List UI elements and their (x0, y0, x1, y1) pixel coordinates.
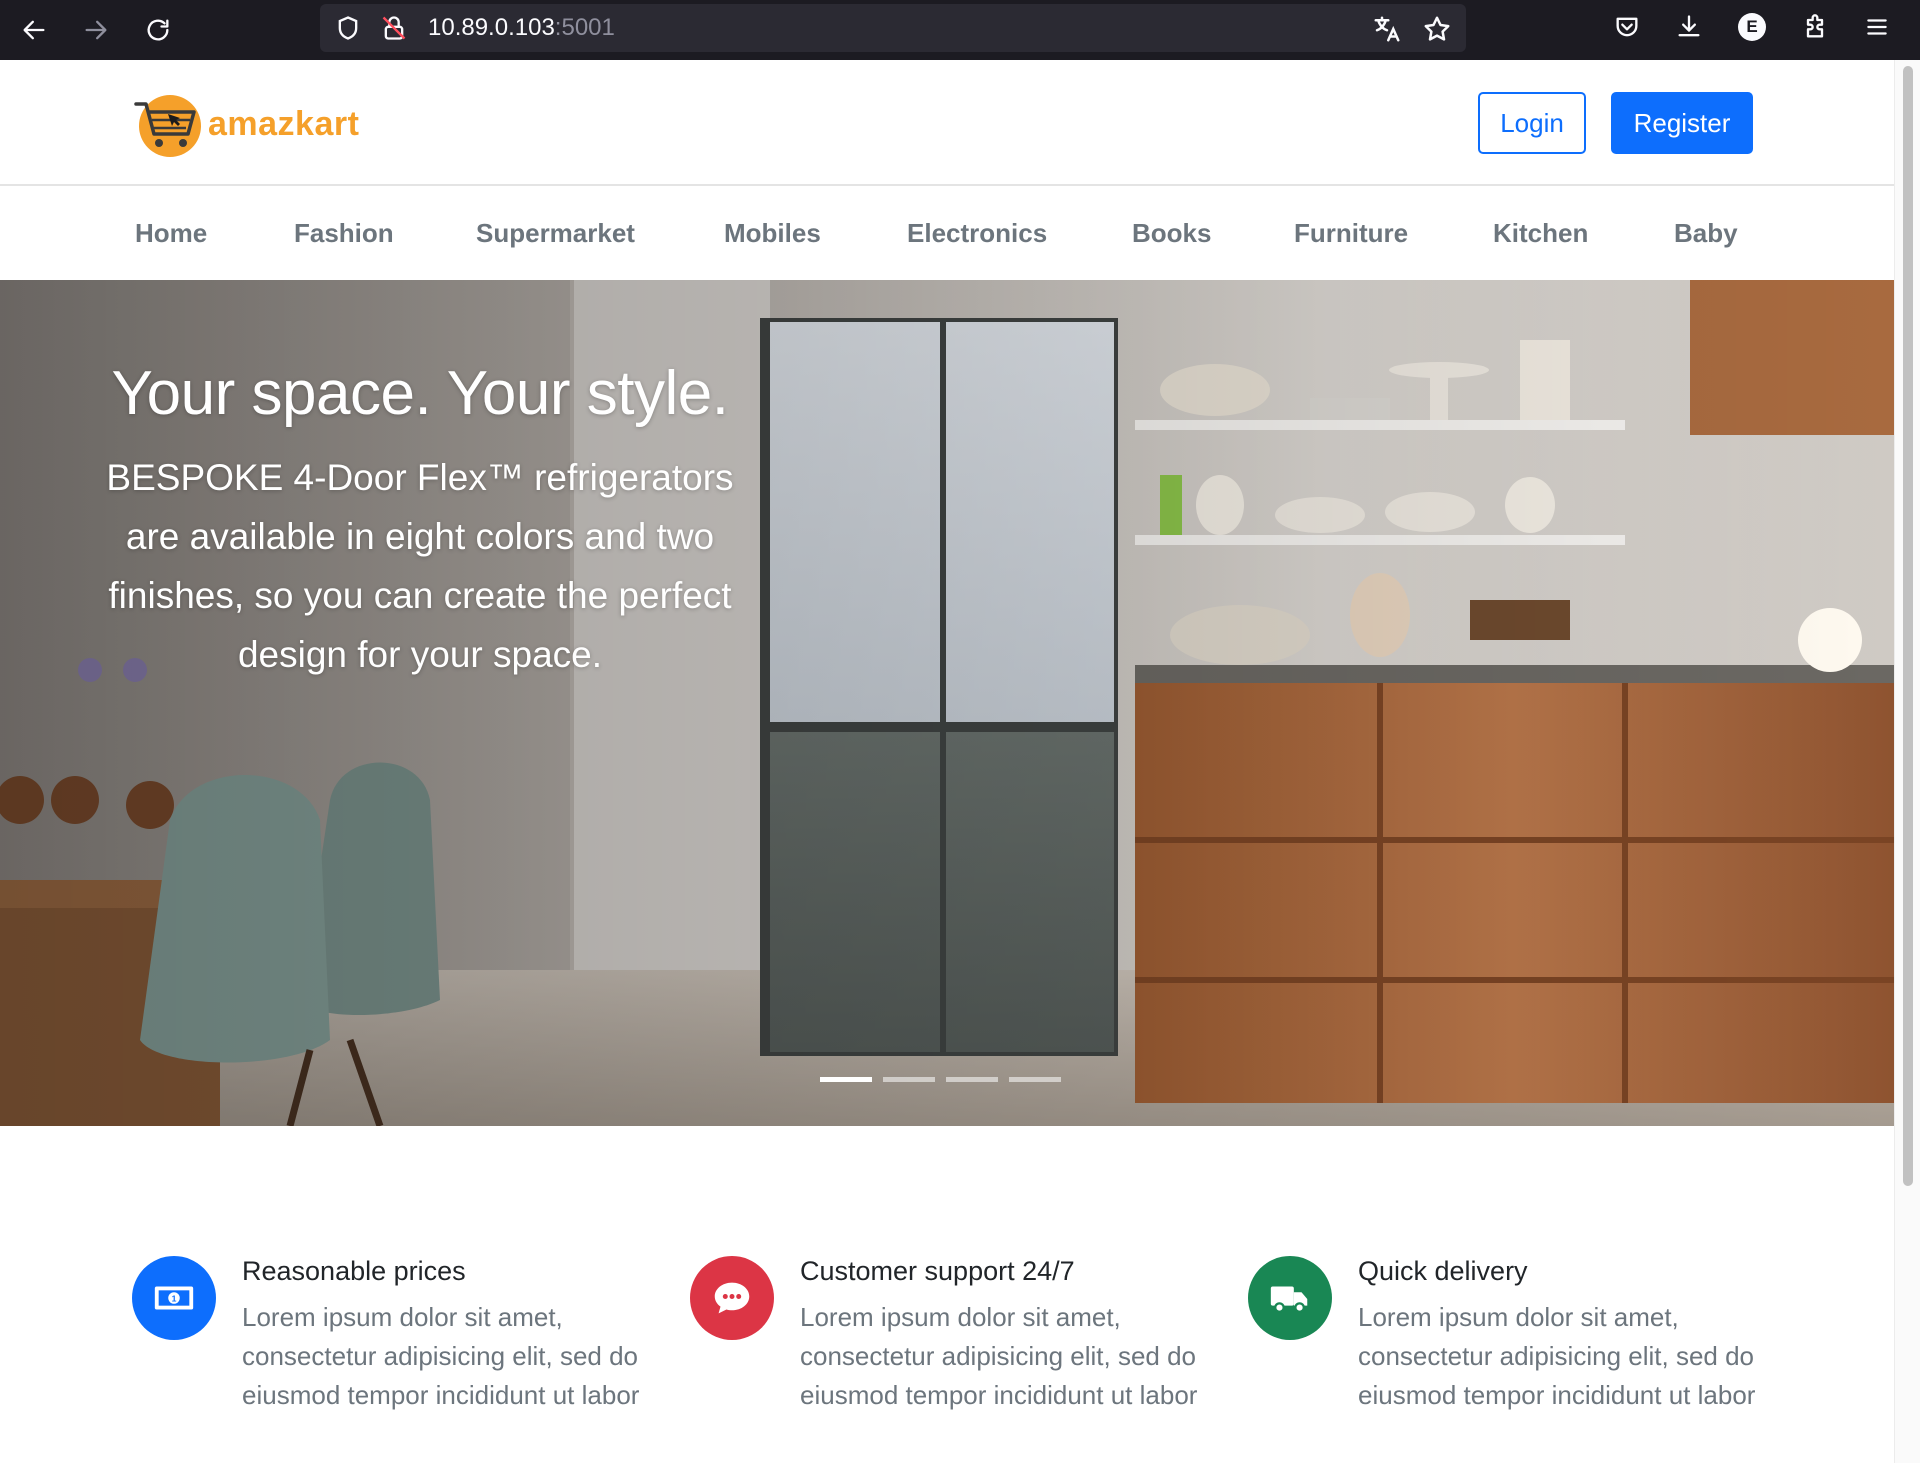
shield-icon[interactable] (334, 14, 362, 42)
carousel-indicators (820, 1077, 1061, 1082)
feature-title: Customer support 24/7 (800, 1256, 1075, 1286)
chat-icon (690, 1256, 774, 1340)
carousel-indicator-3[interactable] (946, 1077, 998, 1082)
browser-toolbar: 10.89.0.103:5001 E (0, 0, 1920, 60)
hero-text: BESPOKE 4-Door Flex™ refrigerators are a… (106, 457, 734, 675)
shopping-cart-logo-icon (134, 95, 201, 157)
svg-text:1: 1 (172, 1293, 177, 1303)
nav-electronics[interactable]: Electronics (907, 218, 1047, 249)
page-viewport: amazkart Login Register Home Fashion Sup… (0, 60, 1920, 1463)
menu-icon[interactable] (1860, 10, 1894, 44)
insecure-lock-icon[interactable] (380, 14, 408, 42)
nav-kitchen[interactable]: Kitchen (1493, 218, 1588, 249)
carousel-indicator-4[interactable] (1009, 1077, 1061, 1082)
nav-books[interactable]: Books (1132, 218, 1211, 249)
login-button[interactable]: Login (1478, 92, 1586, 154)
nav-baby[interactable]: Baby (1674, 218, 1738, 249)
back-button[interactable] (12, 8, 56, 52)
page-scrollbar[interactable] (1894, 60, 1920, 1463)
hero-carousel[interactable]: Your space. Your style. BESPOKE 4-Door F… (0, 280, 1894, 1126)
forward-button[interactable] (74, 8, 118, 52)
nav-home[interactable]: Home (135, 218, 207, 249)
address-bar[interactable]: 10.89.0.103:5001 (320, 4, 1466, 52)
brand-logo[interactable]: amazkart (132, 88, 359, 160)
feature-text: Lorem ipsum dolor sit amet, consectetur … (1358, 1302, 1756, 1410)
carousel-indicator-2[interactable] (883, 1077, 935, 1082)
nav-furniture[interactable]: Furniture (1294, 218, 1408, 249)
site-header: amazkart Login Register (0, 60, 1894, 186)
hero-title: Your space. Your style. (111, 359, 729, 428)
category-nav: Home Fashion Supermarket Mobiles Electro… (0, 188, 1894, 280)
truck-icon (1248, 1256, 1332, 1340)
carousel-indicator-1[interactable] (820, 1077, 872, 1082)
nav-supermarket[interactable]: Supermarket (476, 218, 635, 249)
feature-title: Quick delivery (1358, 1256, 1528, 1286)
account-avatar-icon[interactable]: E (1735, 10, 1769, 44)
url-host: 10.89.0.103 (428, 14, 555, 41)
scrollbar-thumb[interactable] (1903, 66, 1913, 1186)
bookmark-star-icon[interactable] (1422, 14, 1452, 44)
nav-fashion[interactable]: Fashion (294, 218, 394, 249)
url-port: :5001 (554, 14, 615, 41)
nav-mobiles[interactable]: Mobiles (724, 218, 821, 249)
cash-icon: 1 (132, 1256, 216, 1340)
url-text[interactable]: 10.89.0.103:5001 (428, 14, 615, 42)
feature-title: Reasonable prices (242, 1256, 466, 1286)
download-icon[interactable] (1672, 10, 1706, 44)
feature-text: Lorem ipsum dolor sit amet, consectetur … (800, 1302, 1198, 1410)
extensions-icon[interactable] (1798, 10, 1832, 44)
feature-text: Lorem ipsum dolor sit amet, consectetur … (242, 1302, 640, 1410)
brand-name: amazkart (208, 104, 360, 143)
pocket-icon[interactable] (1610, 10, 1644, 44)
translate-icon[interactable] (1372, 14, 1402, 44)
features-section: 1 Reasonable prices Lorem ipsum dolor si… (0, 1126, 1894, 1463)
reload-button[interactable] (136, 8, 180, 52)
register-button[interactable]: Register (1611, 92, 1753, 154)
